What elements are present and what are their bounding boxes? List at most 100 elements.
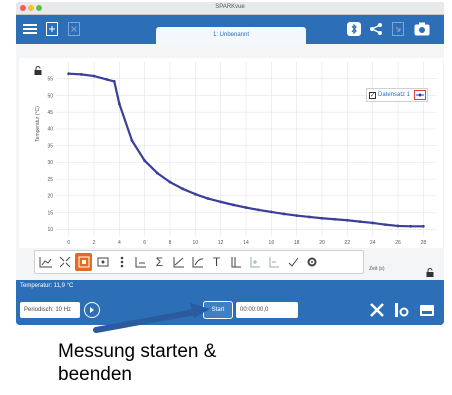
- y-tick-label: 45: [47, 110, 53, 116]
- control-bar: Periodisch: 10 Hz Start 00:00:00,0: [16, 295, 444, 325]
- data-point: [295, 214, 299, 217]
- text-tool-icon[interactable]: T: [208, 253, 225, 271]
- journal-icon[interactable]: [388, 20, 407, 38]
- y-tick-label: 20: [47, 194, 53, 200]
- statistics-icon[interactable]: Σ: [151, 253, 168, 271]
- x-tick-label: 18: [294, 240, 300, 246]
- y-axis-label: Temperatur (°C): [35, 106, 41, 142]
- camera-icon[interactable]: [412, 20, 431, 38]
- add-y-axis-icon[interactable]: [227, 253, 244, 271]
- title-bar: SPARKvue: [16, 2, 444, 15]
- data-point: [79, 72, 83, 76]
- x-tick-label: 24: [370, 240, 376, 246]
- page: SPARKvue 1: Unbenannt 10 15 20 25 30 35 …: [0, 0, 452, 395]
- sensor-setup-icon[interactable]: [390, 300, 412, 320]
- sampling-options-icon[interactable]: [84, 302, 100, 318]
- data-tool-icon[interactable]: [94, 253, 111, 271]
- y-tick-label: 25: [47, 177, 53, 183]
- graph-type-icon[interactable]: [37, 253, 54, 271]
- line-chart[interactable]: 10152025303540455055 0 2 4 6 8 10 12 14 16 18 20 22…: [16, 44, 444, 280]
- app-window: SPARKvue 1: Unbenannt 10 15 20 25 30 35 …: [16, 2, 444, 325]
- bluetooth-icon[interactable]: [344, 20, 363, 38]
- sampling-rate-field[interactable]: Periodisch: 10 Hz: [20, 302, 80, 318]
- data-point: [282, 212, 286, 216]
- x-tick-label: 20: [319, 240, 325, 246]
- data-point: [257, 208, 261, 212]
- caption-line-1: Messung starten &: [58, 341, 217, 362]
- caption-line-2: beenden: [58, 364, 132, 385]
- data-point: [244, 206, 248, 209]
- data-point: [421, 224, 425, 228]
- data-point: [181, 187, 185, 191]
- gear-icon[interactable]: [303, 253, 320, 271]
- remove-graph-icon[interactable]: [265, 253, 282, 271]
- data-point: [105, 78, 109, 81]
- window-title: SPARKvue: [215, 4, 245, 10]
- data-point: [219, 200, 223, 204]
- legend-label: Datensatz 1: [378, 92, 411, 98]
- y-tick-label: 10: [47, 227, 53, 233]
- slope-icon[interactable]: [189, 253, 206, 271]
- toolbar: 1: Unbenannt: [16, 15, 444, 44]
- data-point: [358, 220, 362, 224]
- y-tick-label: 50: [47, 93, 53, 99]
- add-graph-icon[interactable]: [246, 253, 263, 271]
- delete-page-icon[interactable]: [64, 20, 83, 38]
- y-tick-label: 15: [47, 210, 53, 216]
- x-tick-label: 8: [169, 240, 172, 246]
- share-icon[interactable]: [366, 20, 385, 38]
- data-point: [193, 192, 197, 196]
- data-point: [92, 74, 96, 78]
- data-point: [371, 221, 375, 225]
- x-tick-label: 12: [218, 240, 224, 246]
- annotation-icon[interactable]: [132, 253, 149, 271]
- new-page-icon[interactable]: [42, 20, 61, 38]
- menu-icon[interactable]: [20, 20, 39, 38]
- checkmark-icon[interactable]: [284, 253, 301, 271]
- x-tick-label: 2: [93, 240, 96, 246]
- data-point: [320, 216, 324, 220]
- status-bar: Temperatur: 11,9 °C: [16, 280, 444, 295]
- tools-icon[interactable]: [366, 300, 388, 320]
- timer-field: 00:00:00,0: [236, 302, 298, 318]
- data-point: [117, 102, 121, 106]
- data-point: [67, 72, 71, 76]
- data-point: [383, 223, 387, 227]
- x-axis-label: Zeit (s): [369, 266, 385, 272]
- curve-fit-icon[interactable]: [170, 253, 187, 271]
- data-point: [345, 218, 349, 222]
- legend[interactable]: ✓ Datensatz 1: [366, 88, 428, 102]
- y-tick-label: 30: [47, 160, 53, 166]
- data-point: [269, 210, 273, 214]
- show-points-icon[interactable]: [113, 253, 130, 271]
- data-table-icon[interactable]: [416, 300, 438, 320]
- start-button[interactable]: Start: [203, 301, 233, 319]
- y-tick-label: 55: [47, 77, 53, 83]
- legend-checkbox[interactable]: ✓: [369, 91, 376, 99]
- legend-marker-icon[interactable]: [414, 90, 426, 100]
- y-tick-label: 40: [47, 127, 53, 133]
- data-point: [143, 159, 147, 163]
- data-point: [168, 180, 172, 184]
- sensor-reading[interactable]: Temperatur: 11,9 °C: [20, 283, 73, 289]
- data-point: [130, 139, 134, 143]
- x-tick-label: 0: [67, 240, 70, 246]
- x-tick-label: 14: [243, 240, 249, 246]
- data-point: [231, 203, 235, 207]
- x-tick-label: 10: [193, 240, 199, 246]
- x-tick-label: 4: [118, 240, 121, 246]
- tab-file[interactable]: 1: Unbenannt: [156, 27, 306, 44]
- y-tick-label: 35: [47, 143, 53, 149]
- data-point: [155, 171, 159, 175]
- lock-icon[interactable]: [34, 62, 42, 80]
- data-point: [307, 215, 311, 219]
- annotation-caption: Messung starten & beenden: [58, 340, 358, 386]
- select-data-icon[interactable]: [75, 253, 92, 271]
- data-point: [409, 224, 413, 228]
- data-point: [206, 197, 210, 200]
- data-point: [112, 80, 116, 83]
- scale-to-fit-icon[interactable]: [56, 253, 73, 271]
- x-tick-label: 28: [421, 240, 427, 246]
- x-tick-label: 22: [345, 240, 351, 246]
- data-point: [396, 224, 400, 228]
